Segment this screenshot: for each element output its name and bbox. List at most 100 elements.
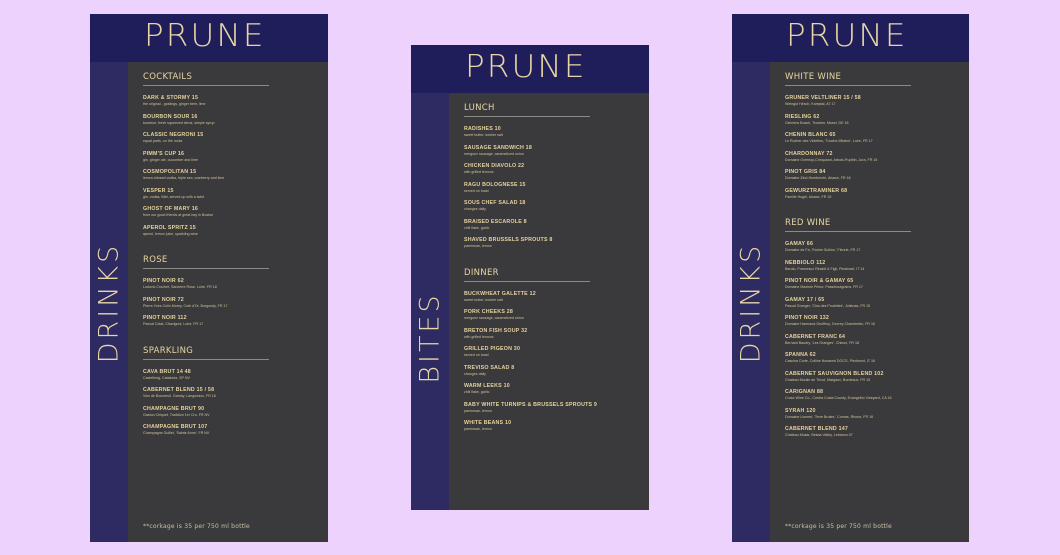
menu-item-description: served on toast <box>464 188 489 193</box>
menu-item-description: sweet butter, kosher salt <box>464 133 503 137</box>
menu-item-description: Vins de Bouvreuil, Gamay, Languedoc, FR … <box>143 394 216 398</box>
menu-header: PRUNE <box>90 14 328 62</box>
menu-item-name: SAUSAGE SANDWICH 18 <box>464 144 532 151</box>
menu-item: GEWURZTRAMINER 68 Famille Hugel, Alsace, … <box>785 188 961 200</box>
menu-item-name: CLASSIC NEGRONI 15 <box>143 132 204 138</box>
menu-item-name: RAGU BOLOGNESE 15 <box>464 181 526 188</box>
menu-item: PINOT NOIR 132 Domaine Harmand-Geoffroy, … <box>785 315 961 327</box>
menu-item-name: PIMM'S CUP 16 <box>143 150 185 157</box>
menu-item-description: Domaine Overnoy-Crinquand, Arbois-Pupill… <box>785 157 878 162</box>
menu-item: GAMAY 17 / 65 Pascal Granger, 'Clos des P… <box>785 297 961 309</box>
menu-item-name: BABY WHITE TURNIPS & BRUSSELS SPROUTS 9 <box>464 401 598 408</box>
menu-item-name: CABERNET SAUVIGNON BLEND 102 <box>785 370 884 377</box>
menu-item: CABERNET FRANC 64 Bernard Baudry, 'Les Gr… <box>785 334 961 346</box>
menu-item-description: lemon-infused vodka, triple sec, cranber… <box>143 176 225 180</box>
menu-item: SHAVED BRUSSELS SPROUTS 8 parmesan, lemon <box>464 237 641 249</box>
menu-item: RIESLING 62 Clemens Busch, Trocken, Mosel… <box>785 114 961 126</box>
menu-item-description: Cascina Corte, Colline Novaresi DOCG, Pi… <box>785 359 876 363</box>
section-heading: WHITE WINE <box>785 72 911 86</box>
menu-side-band: DRINKS <box>90 62 128 542</box>
drinks-menu-card-cocktails: PRUNE DRINKS COCKTAILS DARK & STORMY 15th… <box>90 14 328 542</box>
menu-item: CLASSIC NEGRONI 15 equal parts, on the ro… <box>143 132 320 144</box>
menu-item-name: BUCKWHEAT GALETTE 12 <box>464 290 536 297</box>
menu-item: APEROL SPRITZ 15 aperol, lemon juice, spa… <box>143 225 320 237</box>
menu-item-name: BOURBON SOUR 16 <box>143 113 198 120</box>
side-title: DRINKS <box>93 242 125 364</box>
menu-item-description: chili flake, garlic <box>464 390 490 394</box>
section-heading: COCKTAILS <box>143 72 269 86</box>
menu-item-name: CABERNET BLEND 147 <box>785 426 849 432</box>
menu-item-name: CHICKEN DIAVOLO 22 <box>464 163 525 169</box>
menu-item-name: PINOT NOIR & GAMAY 65 <box>785 278 854 284</box>
menu-item-description: chili flake, garlic <box>464 225 490 230</box>
menu-item-description: merguez sausage, caramelized onion <box>464 316 524 320</box>
menu-item: BABY WHITE TURNIPS & BRUSSELS SPROUTS 9p… <box>464 402 641 414</box>
menu-item-name: SPANNA 62 <box>785 352 816 358</box>
menu-item-name: SHAVED BRUSSELS SPROUTS 8 <box>464 237 553 243</box>
menu-item: CHICKEN DIAVOLO 22 with grilled lemons <box>464 163 641 175</box>
menu-item: PIMM'S CUP 16 gin, ginger ale, cucumber a… <box>143 151 320 163</box>
menu-item-name: CARIGNAN 88 <box>785 389 824 395</box>
menu-item: COSMOPOLITAN 15 lemon-infused vodka, trip… <box>143 169 320 181</box>
menu-item-name: CABERNET FRANC 64 <box>785 333 846 340</box>
menu-item-description: Domaine Lionnet, 'Terre Brulee,' Cornas,… <box>785 414 874 419</box>
menu-item: CABERNET BLEND 15 / 58 Vins de Bouvreuil,… <box>143 387 320 399</box>
menu-item: SAUSAGE SANDWICH 18 merguez sausage, cara… <box>464 145 641 157</box>
side-title: DRINKS <box>735 242 767 364</box>
menu-item-description: sweet butter, kosher salt <box>464 297 503 302</box>
menu-item-name: GAMAY 17 / 65 <box>785 296 825 303</box>
menu-item-name: CHAMPAGNE BRUT 90 <box>143 405 205 412</box>
corkage-footnote: **corkage is 35 per 750 ml bottle <box>785 523 892 530</box>
menu-item: PORK CHEEKS 28 merguez sausage, carameliz… <box>464 309 641 321</box>
menu-item-description: Domaine de Fa, 'Roche Guillon,' Fleurie,… <box>785 248 861 252</box>
menu-content: WHITE WINE GRUNER VELTLINER 15 / 58 Weingu… <box>785 69 961 445</box>
section-heading: LUNCH <box>464 103 590 117</box>
menu-item: CHARDONNAY 72 Domaine Overnoy-Crinquand, … <box>785 151 961 163</box>
menu-item: BOURBON SOUR 16 bourbon, fresh squeezed c… <box>143 114 320 126</box>
menu-item-description: Pierre-Yves Colin Morey, Cote d'Or, Burg… <box>143 303 228 308</box>
menu-item-name: RADISHES 10 <box>464 126 501 132</box>
menu-side-band: BITES <box>411 93 449 510</box>
menu-item-description: Domaine Harmand-Geoffroy, Gevrey-Chamber… <box>785 322 875 326</box>
menu-header: PRUNE <box>732 14 969 62</box>
section-heading: DINNER <box>464 268 590 282</box>
bites-menu-card: PRUNE BITES LUNCH RADISHES 10 sweet butter… <box>411 45 649 510</box>
menu-item-name: BRETON FISH SOUP 32 <box>464 327 528 334</box>
menu-item-name: CAVA BRUT 14 48 <box>143 368 191 375</box>
menu-item: TREVISO SALAD 8 changes daily <box>464 365 641 377</box>
menu-content: COCKTAILS DARK & STORMY 15 the original - … <box>143 69 320 443</box>
menu-item: CAVA BRUT 14 48 Castellroig, Catalonia, S… <box>143 369 320 381</box>
menu-item-name: SOUS CHEF SALAD 18 <box>464 200 526 206</box>
menu-item-name: GRILLED PIGEON 30 <box>464 346 521 352</box>
menu-item-description: parmesan, lemon <box>464 427 492 431</box>
menu-item: GAMAY 66 Domaine de Fa, 'Roche Guillon,' … <box>785 241 961 253</box>
menu-item-description: changes daily <box>464 207 486 211</box>
menu-item-description: the original - goslings, ginger beer, li… <box>143 102 206 106</box>
menu-item-description: gin, vodka, lillet, served up with a twi… <box>143 194 204 199</box>
menu-item: BRAISED ESCAROLE 8 chili flake, garlic <box>464 219 641 231</box>
menu-item-description: parmesan, lemon <box>464 244 492 248</box>
brand-logo: PRUNE <box>465 49 587 85</box>
menu-item-name: PORK CHEEKS 28 <box>464 309 514 315</box>
menu-item-name: CHAMPAGNE BRUT 107 <box>143 424 208 430</box>
corkage-footnote: **corkage is 35 per 750 ml bottle <box>143 523 250 530</box>
menu-item: CHAMPAGNE BRUT 90 Gaston Chiquet, Traditi… <box>143 406 320 418</box>
menu-item-name: PINOT NOIR 72 <box>143 296 184 303</box>
menu-item-name: TREVISO SALAD 8 <box>464 364 515 371</box>
menu-item-name: PINOT NOIR 132 <box>785 315 830 321</box>
menu-item-name: GEWURZTRAMINER 68 <box>785 187 848 194</box>
menu-item-name: WHITE BEANS 10 <box>464 420 512 426</box>
menu-item-description: Domaine Zind-Humbrecht, Alsace, FR 18 <box>785 176 851 180</box>
menu-item-name: CHARDONNAY 72 <box>785 150 833 157</box>
menu-item-name: BRAISED ESCAROLE 8 <box>464 218 527 225</box>
menu-item-name: PINOT GRIS 84 <box>785 169 826 175</box>
side-title: BITES <box>414 292 446 384</box>
menu-item-name: CHENIN BLANC 65 <box>785 132 836 138</box>
menu-item: CHENIN BLANC 65 Le Rocher des Violettes, … <box>785 132 961 144</box>
menu-item: RAGU BOLOGNESE 15 served on toast <box>464 182 641 194</box>
menu-item-description: Le Rocher des Violettes, 'Touche-Mitaine… <box>785 139 873 143</box>
menu-item-name: RIESLING 62 <box>785 113 820 120</box>
